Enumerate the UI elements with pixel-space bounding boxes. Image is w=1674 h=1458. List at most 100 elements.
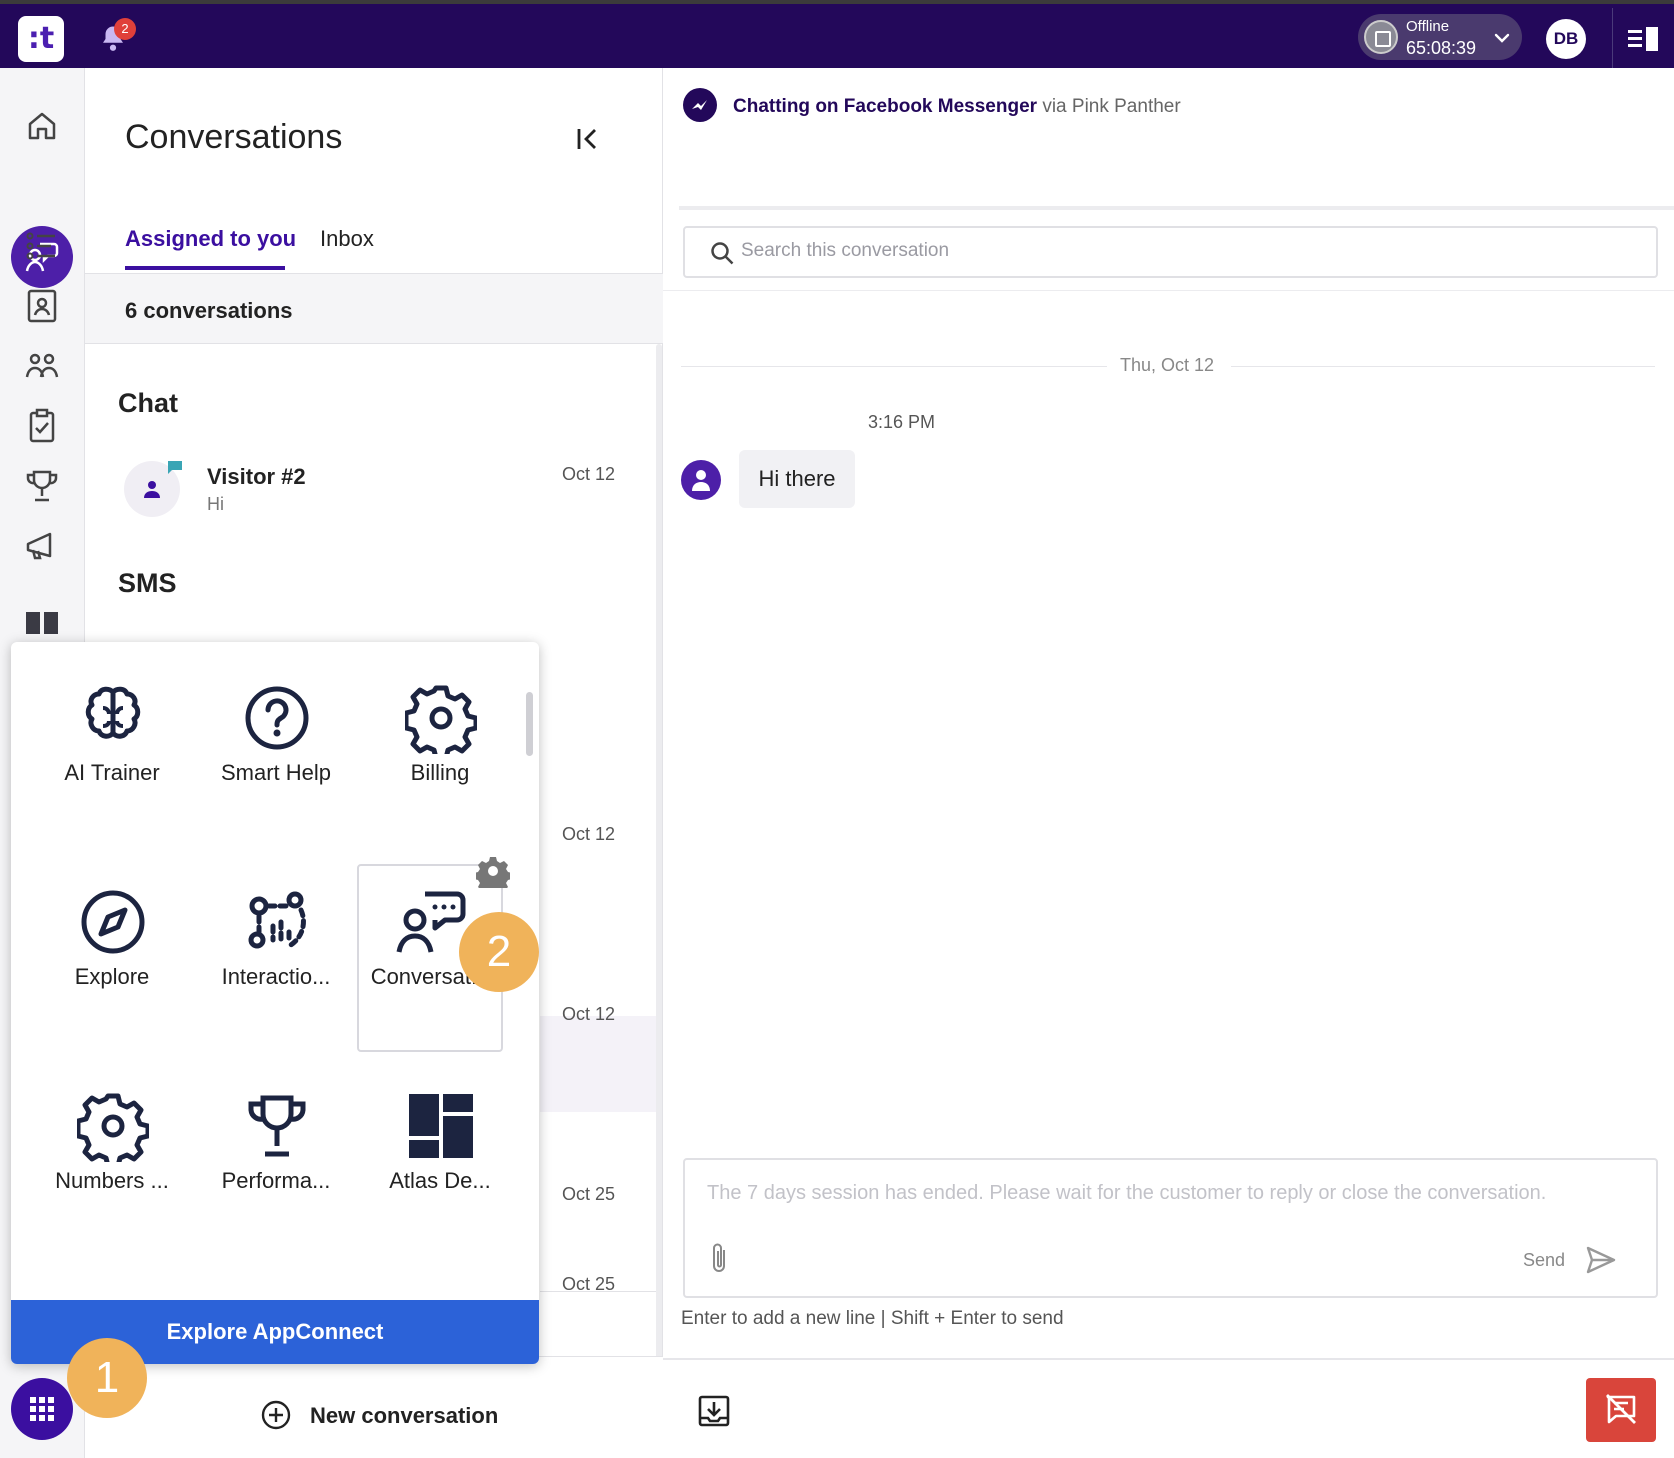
app-launcher-popup: AI Trainer Smart Help Billing Explore In… bbox=[11, 642, 539, 1364]
conversation-item-selected[interactable] bbox=[540, 1016, 660, 1112]
app-label: Numbers ... bbox=[55, 1168, 169, 1193]
footer-divider bbox=[663, 1358, 1674, 1360]
search-divider bbox=[663, 290, 1674, 291]
interactions-icon bbox=[248, 891, 306, 949]
app-tile-explore[interactable]: Explore bbox=[37, 846, 187, 1026]
app-label: Explore bbox=[74, 964, 150, 989]
app-tile-interactions[interactable]: Interactio... bbox=[201, 846, 351, 1026]
gear-icon bbox=[405, 685, 477, 754]
avatar bbox=[681, 460, 721, 500]
app-tile-performance[interactable]: Performa... bbox=[201, 1050, 351, 1230]
section-heading-chat: Chat bbox=[118, 388, 178, 418]
collapse-panel-icon[interactable] bbox=[573, 124, 603, 154]
date-divider-line bbox=[1231, 366, 1655, 367]
conversation-name: Visitor #2 bbox=[207, 464, 306, 489]
chat-via: via Pink Panther bbox=[1042, 96, 1181, 117]
tasks-icon[interactable] bbox=[20, 404, 64, 448]
conversation-list-scrollbar[interactable] bbox=[656, 344, 662, 1364]
composer-hint: Enter to add a new line | Shift + Enter … bbox=[681, 1308, 1064, 1329]
search-input[interactable]: Search this conversation bbox=[683, 226, 1658, 278]
new-conversation-button[interactable]: New conversation bbox=[310, 1403, 498, 1429]
top-bar: :t 2 Offline 65:08:39 DB bbox=[0, 0, 1674, 72]
person-icon bbox=[692, 470, 710, 491]
app-label: AI Trainer bbox=[64, 760, 160, 785]
brain-icon bbox=[85, 686, 141, 739]
teams-icon[interactable] bbox=[20, 344, 64, 388]
home-icon[interactable] bbox=[20, 104, 64, 148]
person-icon bbox=[144, 481, 160, 498]
help-circle-icon bbox=[245, 686, 309, 750]
app-tile-atlas-dashboard[interactable]: Atlas De... bbox=[365, 1050, 515, 1230]
message-time: 3:16 PM bbox=[868, 412, 936, 432]
app-tile-ai-trainer[interactable]: AI Trainer bbox=[37, 642, 187, 822]
conversation-count-bar: 6 conversations bbox=[85, 274, 663, 344]
contacts-icon[interactable] bbox=[20, 284, 64, 328]
status-timer: 65:08:39 bbox=[1406, 38, 1477, 58]
chat-channel-icon bbox=[168, 461, 182, 474]
active-tab-indicator bbox=[125, 266, 285, 270]
launcher-scrollbar[interactable] bbox=[526, 692, 533, 756]
app-label: Interactio... bbox=[221, 964, 331, 989]
header-divider bbox=[679, 206, 1674, 210]
top-divider bbox=[1612, 8, 1613, 72]
chevron-down-icon[interactable] bbox=[1492, 28, 1512, 48]
list-icon[interactable] bbox=[20, 224, 64, 268]
app-tile-smart-help[interactable]: Smart Help bbox=[201, 642, 351, 822]
step-marker-1: 1 bbox=[67, 1338, 147, 1418]
message-composer[interactable]: The 7 days session has ended. Please wai… bbox=[683, 1158, 1658, 1298]
offline-status-icon bbox=[1364, 20, 1398, 54]
chat-area: Chatting on Facebook Messenger via Pink … bbox=[663, 68, 1674, 1458]
gear-icon bbox=[77, 1093, 149, 1162]
search-placeholder: Search this conversation bbox=[741, 240, 950, 261]
message-bubble: Hi there bbox=[739, 450, 855, 508]
tab-assigned-to-you[interactable]: Assigned to you bbox=[125, 226, 296, 252]
step-marker-2: 2 bbox=[459, 912, 539, 992]
messenger-icon bbox=[683, 88, 717, 122]
trophy-icon bbox=[248, 1095, 306, 1157]
settings-gear-icon[interactable] bbox=[476, 854, 510, 888]
chat-channel: Chatting on Facebook Messenger bbox=[733, 96, 1038, 117]
send-button[interactable]: Send bbox=[1523, 1250, 1565, 1271]
composer-placeholder: The 7 days session has ended. Please wai… bbox=[707, 1182, 1547, 1204]
app-tile-billing[interactable]: Billing bbox=[365, 642, 515, 822]
attachment-icon[interactable] bbox=[709, 1242, 731, 1276]
app-label: Smart Help bbox=[220, 760, 332, 785]
panel-title: Conversations bbox=[125, 118, 343, 156]
grid-icon bbox=[30, 1397, 54, 1421]
app-label: Atlas De... bbox=[389, 1168, 491, 1193]
add-circle-icon[interactable] bbox=[260, 1399, 292, 1431]
new-conversation-bar: New conversation bbox=[85, 1356, 663, 1458]
notification-badge: 2 bbox=[114, 18, 136, 40]
conversation-date[interactable]: Oct 25 bbox=[562, 1274, 615, 1295]
conversation-date[interactable]: Oct 12 bbox=[562, 824, 615, 845]
conversations-app-icon bbox=[396, 891, 466, 953]
app-label: Billing bbox=[410, 760, 470, 785]
search-icon bbox=[711, 242, 734, 265]
conversation-date: Oct 12 bbox=[562, 464, 616, 484]
status-label: Offline bbox=[1406, 18, 1450, 35]
app-tile-numbers[interactable]: Numbers ... bbox=[37, 1050, 187, 1230]
chat-header: Chatting on Facebook Messenger via Pink … bbox=[733, 96, 1181, 118]
chat-off-icon bbox=[1606, 1394, 1636, 1424]
app-root: :t 2 Offline 65:08:39 DB Conversations A… bbox=[0, 0, 1674, 1458]
conversation-count: 6 conversations bbox=[125, 298, 293, 323]
date-divider: Thu, Oct 12 bbox=[1120, 355, 1215, 375]
end-conversation-button[interactable] bbox=[1586, 1378, 1656, 1442]
megaphone-icon[interactable] bbox=[20, 524, 64, 568]
conversation-date[interactable]: Oct 25 bbox=[562, 1184, 615, 1205]
app-label: Performa... bbox=[221, 1168, 331, 1193]
user-avatar[interactable]: DB bbox=[1546, 19, 1586, 59]
compass-icon bbox=[81, 890, 145, 954]
conversation-date[interactable]: Oct 12 bbox=[562, 1004, 615, 1025]
side-panel-icon[interactable] bbox=[1626, 24, 1660, 54]
trophy-icon[interactable] bbox=[20, 464, 64, 508]
app-launcher-button[interactable] bbox=[11, 1378, 73, 1440]
date-divider-line bbox=[681, 366, 1107, 367]
archive-download-icon[interactable] bbox=[697, 1394, 731, 1428]
section-heading-sms: SMS bbox=[118, 568, 177, 598]
messenger-bolt-icon bbox=[692, 100, 707, 110]
dashboard-icon bbox=[409, 1094, 473, 1158]
tab-inbox[interactable]: Inbox bbox=[320, 226, 374, 252]
send-icon[interactable] bbox=[1585, 1244, 1617, 1276]
app-logo[interactable]: :t bbox=[18, 16, 64, 62]
